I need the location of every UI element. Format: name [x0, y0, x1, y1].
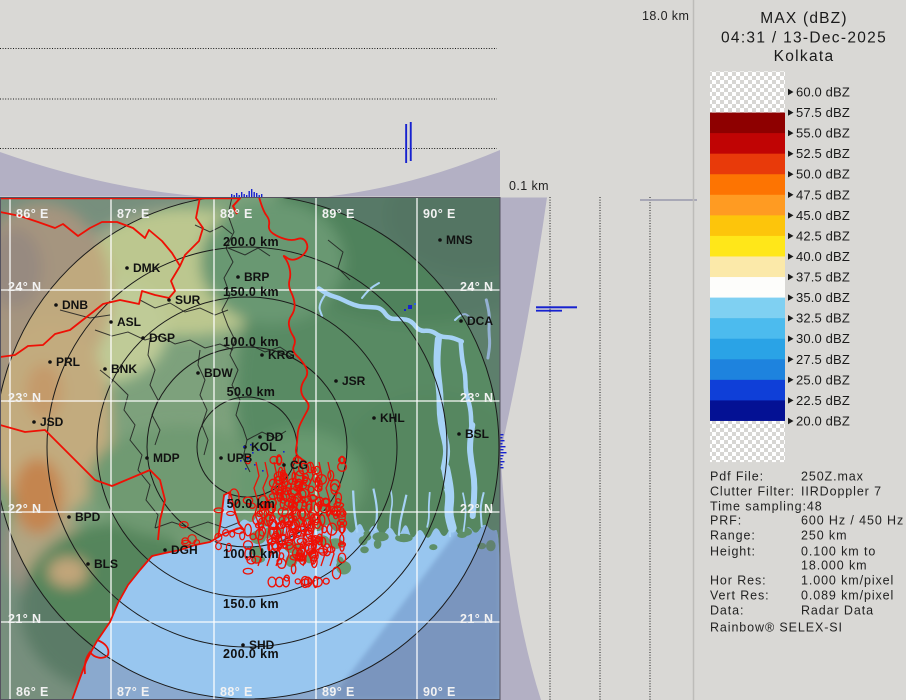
- svg-text:57.5 dBZ: 57.5 dBZ: [796, 105, 850, 120]
- svg-text:Time sampling:48: Time sampling:48: [710, 500, 823, 514]
- svg-text:IIRDoppler 7: IIRDoppler 7: [801, 485, 882, 499]
- svg-text:DGH: DGH: [171, 543, 198, 557]
- svg-text:90° E: 90° E: [423, 207, 456, 221]
- svg-text:24° N: 24° N: [8, 280, 41, 294]
- svg-text:0.089 km/pixel: 0.089 km/pixel: [801, 589, 894, 603]
- svg-text:20.0 dBZ: 20.0 dBZ: [796, 414, 850, 429]
- svg-text:23° N: 23° N: [460, 391, 493, 405]
- svg-text:UPB: UPB: [227, 451, 253, 465]
- svg-text:DNB: DNB: [62, 298, 88, 312]
- svg-text:Pdf File:: Pdf File:: [710, 470, 764, 484]
- svg-text:55.0 dBZ: 55.0 dBZ: [796, 126, 850, 141]
- svg-text:100.0 km: 100.0 km: [223, 547, 279, 561]
- svg-text:Rainbow® SELEX-SI: Rainbow® SELEX-SI: [710, 621, 843, 635]
- svg-text:150.0 km: 150.0 km: [223, 597, 279, 611]
- svg-text:22.5 dBZ: 22.5 dBZ: [796, 393, 850, 408]
- svg-text:MDP: MDP: [153, 451, 180, 465]
- svg-text:JSD: JSD: [40, 415, 64, 429]
- svg-text:BRP: BRP: [244, 270, 269, 284]
- svg-text:Height:: Height:: [710, 545, 756, 559]
- svg-text:23° N: 23° N: [8, 391, 41, 405]
- svg-text:SUR: SUR: [175, 293, 201, 307]
- svg-text:47.5 dBZ: 47.5 dBZ: [796, 187, 850, 202]
- svg-text:150.0 km: 150.0 km: [223, 285, 279, 299]
- svg-text:35.0 dBZ: 35.0 dBZ: [796, 290, 850, 305]
- svg-text:50.0 dBZ: 50.0 dBZ: [796, 167, 850, 182]
- svg-text:Vert Res:: Vert Res:: [710, 589, 770, 603]
- svg-text:Range:: Range:: [710, 529, 756, 543]
- svg-text:MAX (dBZ): MAX (dBZ): [760, 10, 847, 27]
- svg-text:50.0 km: 50.0 km: [227, 385, 276, 399]
- svg-text:04:31 / 13-Dec-2025: 04:31 / 13-Dec-2025: [721, 30, 887, 47]
- svg-text:50.0 km: 50.0 km: [227, 497, 276, 511]
- svg-text:BSL: BSL: [465, 427, 489, 441]
- svg-text:KHL: KHL: [380, 411, 405, 425]
- svg-text:18.0 km: 18.0 km: [642, 9, 689, 23]
- svg-text:BNK: BNK: [111, 362, 137, 376]
- svg-text:90° E: 90° E: [423, 685, 456, 699]
- svg-text:30.0 dBZ: 30.0 dBZ: [796, 331, 850, 346]
- svg-text:KOL: KOL: [251, 440, 276, 454]
- svg-text:87° E: 87° E: [117, 207, 150, 221]
- svg-text:88° E: 88° E: [220, 207, 253, 221]
- svg-text:KRG: KRG: [268, 348, 295, 362]
- svg-text:SHD: SHD: [249, 638, 275, 652]
- svg-text:40.0 dBZ: 40.0 dBZ: [796, 249, 850, 264]
- svg-text:89° E: 89° E: [322, 207, 355, 221]
- svg-text:88° E: 88° E: [220, 685, 253, 699]
- svg-text:250 km: 250 km: [801, 529, 847, 543]
- svg-text:87° E: 87° E: [117, 685, 150, 699]
- svg-text:JSR: JSR: [342, 374, 366, 388]
- svg-text:BDW: BDW: [204, 366, 233, 380]
- svg-text:0.1 km: 0.1 km: [509, 179, 549, 193]
- svg-text:21° N: 21° N: [460, 612, 493, 626]
- svg-text:Clutter Filter:: Clutter Filter:: [710, 485, 795, 499]
- svg-text:Kolkata: Kolkata: [774, 48, 835, 65]
- svg-text:PRF:: PRF:: [710, 514, 742, 528]
- svg-text:250Z.max: 250Z.max: [801, 470, 864, 484]
- svg-text:32.5 dBZ: 32.5 dBZ: [796, 311, 850, 326]
- svg-text:37.5 dBZ: 37.5 dBZ: [796, 270, 850, 285]
- svg-text:600 Hz / 450 Hz: 600 Hz / 450 Hz: [801, 514, 904, 528]
- svg-text:21° N: 21° N: [8, 612, 41, 626]
- svg-text:60.0 dBZ: 60.0 dBZ: [796, 85, 850, 100]
- svg-text:Radar Data: Radar Data: [801, 604, 874, 618]
- svg-text:86° E: 86° E: [16, 207, 49, 221]
- svg-text:22° N: 22° N: [460, 502, 493, 516]
- svg-text:100.0 km: 100.0 km: [223, 335, 279, 349]
- svg-text:45.0 dBZ: 45.0 dBZ: [796, 208, 850, 223]
- svg-text:DMK: DMK: [133, 261, 161, 275]
- svg-text:BLS: BLS: [94, 557, 118, 571]
- svg-text:CG: CG: [290, 458, 308, 472]
- svg-text:DCA: DCA: [467, 314, 493, 328]
- svg-text:89° E: 89° E: [322, 685, 355, 699]
- svg-text:0.100 km to: 0.100 km to: [801, 545, 876, 559]
- svg-text:25.0 dBZ: 25.0 dBZ: [796, 372, 850, 387]
- svg-text:52.5 dBZ: 52.5 dBZ: [796, 146, 850, 161]
- svg-text:DGP: DGP: [149, 331, 175, 345]
- svg-text:42.5 dBZ: 42.5 dBZ: [796, 228, 850, 243]
- svg-text:18.000 km: 18.000 km: [801, 559, 867, 573]
- svg-text:MNS: MNS: [446, 233, 473, 247]
- svg-text:86° E: 86° E: [16, 685, 49, 699]
- svg-text:Hor Res:: Hor Res:: [710, 574, 767, 588]
- svg-text:Data:: Data:: [710, 604, 744, 618]
- svg-text:27.5 dBZ: 27.5 dBZ: [796, 352, 850, 367]
- svg-text:BPD: BPD: [75, 510, 101, 524]
- svg-text:200.0 km: 200.0 km: [223, 235, 279, 249]
- svg-text:ASL: ASL: [117, 315, 141, 329]
- svg-text:22° N: 22° N: [8, 502, 41, 516]
- svg-text:1.000 km/pixel: 1.000 km/pixel: [801, 574, 894, 588]
- svg-text:PRL: PRL: [56, 355, 80, 369]
- svg-text:24° N: 24° N: [460, 280, 493, 294]
